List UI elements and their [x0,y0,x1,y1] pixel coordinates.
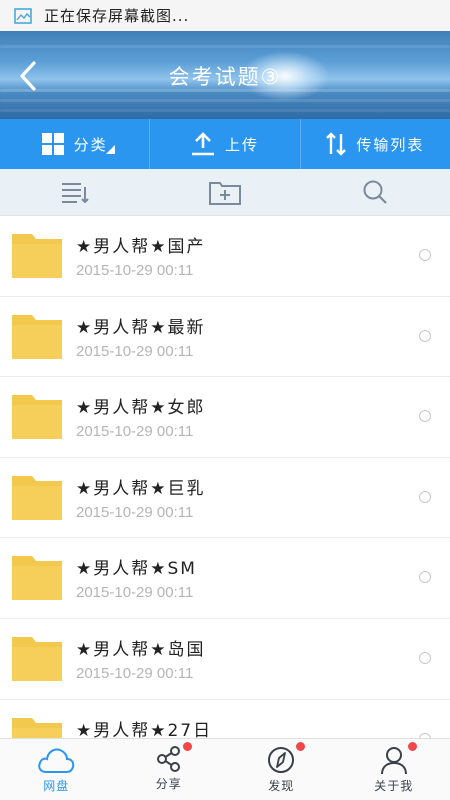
page-title: 会考试题③ [168,65,282,89]
status-text: 正在保存屏幕截图... [44,7,190,25]
item-date: 2015-10-29 00:11 [76,423,194,441]
folder-icon [12,475,62,520]
nav-label-netdisk: 网盘 [43,779,70,793]
item-date: 2015-10-29 00:11 [76,664,194,682]
search-icon [363,180,387,204]
nav-label-discover: 发现 [268,779,295,793]
notification-badge [183,742,193,751]
notification-badge [408,742,418,751]
user-icon [380,747,407,775]
nav-item-share[interactable]: 分享 [113,739,226,800]
category-label: 分类 [73,135,108,154]
list-item[interactable]: ★男人帮★女郎 2015-10-29 00:11 [0,377,450,458]
list-item[interactable]: ★男人帮★最新 2015-10-29 00:11 [0,297,450,378]
action-bar [0,169,450,216]
share-icon [156,746,180,772]
upload-label: 上传 [224,135,259,154]
item-name: ★男人帮★国产 [76,237,206,257]
compass-icon [268,747,295,773]
file-list: ★男人帮★国产 2015-10-29 00:11 ★男人帮★最新 2015-10… [0,216,450,738]
select-radio[interactable] [419,329,431,342]
upload-icon [191,132,214,156]
grid-icon [41,133,64,155]
notification-badge [295,742,305,751]
folder-icon [12,636,62,681]
status-bar: 正在保存屏幕截图... [0,0,450,31]
dropdown-triangle-icon [106,145,116,154]
select-radio[interactable] [419,651,431,664]
select-radio[interactable] [419,410,431,423]
nav-item-discover[interactable]: 发现 [225,739,338,800]
nav-label-share: 分享 [155,777,182,791]
transfer-list-button[interactable]: 传输列表 [301,119,450,169]
folder-icon [12,234,62,278]
item-date: 2015-10-29 00:11 [76,584,194,602]
folder-icon [12,717,62,738]
item-date: 2015-10-29 00:11 [76,262,194,279]
select-radio[interactable] [419,490,431,503]
category-button[interactable]: 分类 [0,119,151,169]
new-folder-button[interactable] [150,169,300,215]
upload-button[interactable]: 上传 [150,119,301,169]
nav-item-about-me[interactable]: 关于我 [338,739,450,800]
transfer-icon [326,132,347,156]
transfer-list-label: 传输列表 [356,135,425,154]
toolbar: 分类 上传 传输列表 [0,119,450,169]
nav-label-about-me: 关于我 [374,779,414,793]
nav-item-netdisk[interactable]: 网盘 [0,739,113,800]
list-item[interactable]: ★男人帮★岛国 2015-10-29 00:11 [0,619,450,700]
folder-icon [12,314,62,359]
new-folder-icon [209,182,241,205]
bottom-nav: 网盘 分享 发现 关于我 [0,738,450,800]
sort-list-icon [62,183,89,203]
screenshot-icon [14,7,32,24]
list-item[interactable]: ★男人帮★巨乳 2015-10-29 00:11 [0,458,450,539]
search-button[interactable] [300,169,450,215]
list-item[interactable]: ★男人帮★国产 2015-10-29 00:11 [0,216,450,297]
item-name: ★男人帮★27日 [76,720,213,738]
list-item[interactable]: ★男人帮★SM 2015-10-29 00:11 [0,538,450,619]
folder-icon [12,395,62,440]
item-name: ★男人帮★巨乳 [76,478,206,499]
item-name: ★男人帮★SM [76,559,197,580]
sort-button[interactable] [0,169,150,215]
item-name: ★男人帮★最新 [76,317,206,338]
cloud-icon [38,748,75,773]
item-name: ★男人帮★女郎 [76,398,206,419]
list-item[interactable]: ★男人帮★27日 [0,700,450,738]
item-name: ★男人帮★岛国 [76,639,206,660]
select-radio[interactable] [419,249,431,261]
folder-icon [12,556,62,601]
header: 会考试题③ [0,31,450,119]
item-date: 2015-10-29 00:11 [76,503,194,521]
select-radio[interactable] [419,571,431,584]
item-date: 2015-10-29 00:11 [76,342,194,360]
